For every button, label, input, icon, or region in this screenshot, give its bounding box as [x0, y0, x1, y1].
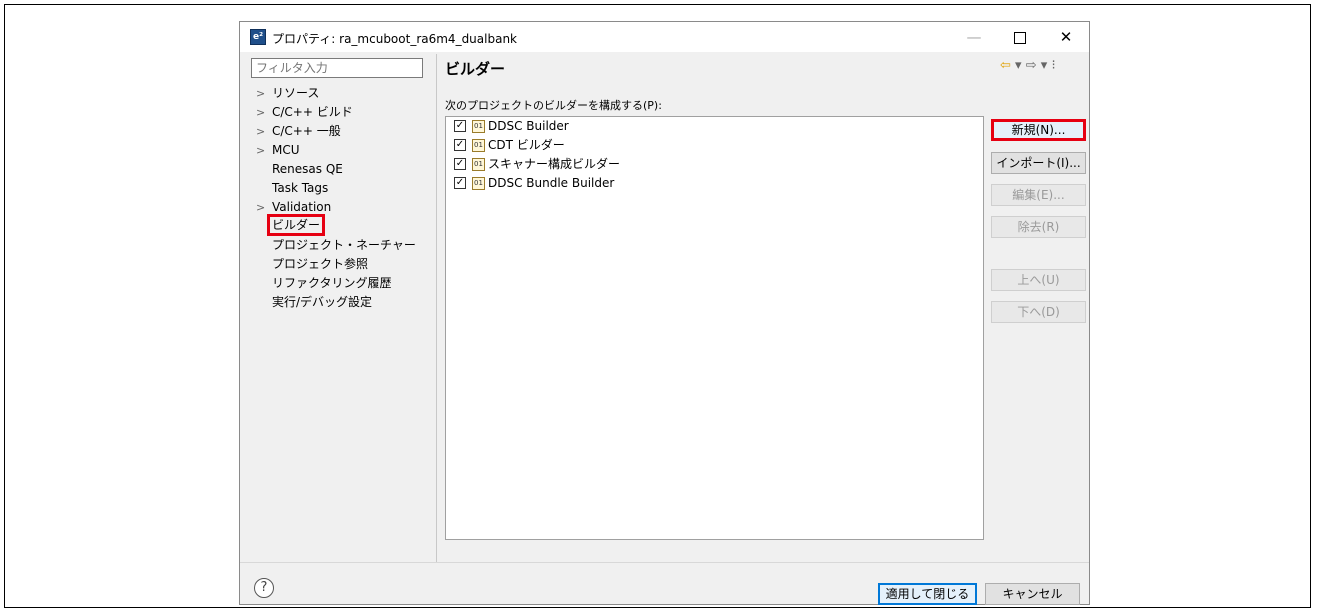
forward-history-dropdown-icon[interactable]: ▾: [1041, 58, 1048, 73]
cancel-button[interactable]: キャンセル: [985, 583, 1080, 605]
builder-list: ✓ 01 DDSC Builder ✓ 01 CDT ビルダー ✓ 01 スキャ…: [445, 116, 984, 540]
help-icon[interactable]: ?: [254, 578, 274, 598]
back-arrow-icon[interactable]: ⇦: [1000, 58, 1011, 73]
chevron-right-icon[interactable]: >: [256, 198, 265, 217]
chevron-right-icon[interactable]: >: [256, 122, 265, 141]
apply-and-close-button[interactable]: 適用して閉じる: [878, 583, 977, 605]
chevron-right-icon[interactable]: >: [256, 103, 265, 122]
builder-checkbox[interactable]: ✓: [454, 139, 466, 151]
builder-file-icon: 01: [472, 120, 485, 133]
builder-checkbox[interactable]: ✓: [454, 177, 466, 189]
properties-dialog: e² プロパティ: ra_mcuboot_ra6m4_dualbank — ✕ …: [239, 21, 1090, 605]
builder-name: DDSC Bundle Builder: [488, 176, 615, 190]
builder-file-icon: 01: [472, 177, 485, 190]
builder-checkbox[interactable]: ✓: [454, 158, 466, 170]
close-button[interactable]: ✕: [1043, 22, 1089, 52]
builders-prompt: 次のプロジェクトのビルダーを構成する(P):: [445, 99, 662, 112]
builder-checkbox[interactable]: ✓: [454, 120, 466, 132]
builder-name: DDSC Builder: [488, 119, 569, 133]
remove-button[interactable]: 除去(R): [991, 216, 1086, 238]
list-item[interactable]: ✓ 01 スキャナー構成ビルダー: [446, 155, 983, 174]
tree-item-label: C/C++ ビルド: [272, 105, 353, 119]
tree-item-cpp-general[interactable]: > C/C++ 一般: [250, 122, 430, 141]
tree-item-label: Renesas QE: [272, 162, 343, 176]
tree-item-refactoring-history[interactable]: リファクタリング履歴: [250, 274, 430, 293]
page-navigation: ⇦ ▾ ⇨ ▾ ⁝: [1000, 58, 1056, 73]
chevron-right-icon[interactable]: >: [256, 84, 265, 103]
tree-item-label: リファクタリング履歴: [272, 276, 392, 290]
window-title: プロパティ: ra_mcuboot_ra6m4_dualbank: [272, 32, 518, 46]
app-icon: e²: [250, 29, 266, 45]
list-item[interactable]: ✓ 01 CDT ビルダー: [446, 136, 983, 155]
new-button[interactable]: 新規(N)...: [991, 119, 1086, 141]
pane-divider[interactable]: [436, 54, 437, 562]
view-menu-icon[interactable]: ⁝: [1051, 58, 1055, 73]
tree-item-project-natures[interactable]: プロジェクト・ネーチャー: [250, 236, 430, 255]
move-down-button[interactable]: 下へ(D): [991, 301, 1086, 323]
forward-arrow-icon[interactable]: ⇨: [1026, 58, 1037, 73]
tree-item-mcu[interactable]: > MCU: [250, 141, 430, 160]
filter-input[interactable]: [251, 58, 423, 78]
property-tree: > リソース > C/C++ ビルド > C/C++ 一般 > MCU Rene…: [250, 84, 430, 312]
back-history-dropdown-icon[interactable]: ▾: [1015, 58, 1022, 73]
builder-file-icon: 01: [472, 158, 485, 171]
tree-item-project-references[interactable]: プロジェクト参照: [250, 255, 430, 274]
tree-item-cpp-build[interactable]: > C/C++ ビルド: [250, 103, 430, 122]
builder-file-icon: 01: [472, 139, 485, 152]
builder-name: スキャナー構成ビルダー: [488, 157, 621, 171]
minimize-button[interactable]: —: [951, 22, 997, 52]
list-item[interactable]: ✓ 01 DDSC Bundle Builder: [446, 174, 983, 193]
edit-button[interactable]: 編集(E)...: [991, 184, 1086, 206]
title-bar: e² プロパティ: ra_mcuboot_ra6m4_dualbank — ✕: [240, 22, 1089, 52]
import-button[interactable]: インポート(I)...: [991, 152, 1086, 174]
footer-separator: [240, 562, 1089, 563]
tree-item-run-debug-settings[interactable]: 実行/デバッグ設定: [250, 293, 430, 312]
maximize-icon: [1014, 31, 1026, 44]
tree-item-label: プロジェクト参照: [272, 257, 369, 271]
builder-name: CDT ビルダー: [488, 138, 565, 152]
tree-item-label: 実行/デバッグ設定: [272, 295, 373, 309]
tree-item-label: プロジェクト・ネーチャー: [272, 238, 416, 252]
maximize-button[interactable]: [997, 22, 1043, 52]
tree-item-builders[interactable]: ビルダー: [250, 214, 430, 236]
tree-item-resource[interactable]: > リソース: [250, 84, 430, 103]
list-item[interactable]: ✓ 01 DDSC Builder: [446, 117, 983, 136]
page-title: ビルダー: [445, 60, 506, 78]
tree-item-renesas-qe[interactable]: Renesas QE: [250, 160, 430, 179]
chevron-right-icon[interactable]: >: [256, 141, 265, 160]
tree-item-label: リソース: [272, 86, 320, 100]
tree-item-label: MCU: [272, 143, 300, 157]
tree-item-label: C/C++ 一般: [272, 124, 341, 138]
move-up-button[interactable]: 上へ(U): [991, 269, 1086, 291]
tree-item-label: Task Tags: [272, 181, 329, 195]
tree-item-label: ビルダー: [267, 214, 326, 236]
tree-item-task-tags[interactable]: Task Tags: [250, 179, 430, 198]
